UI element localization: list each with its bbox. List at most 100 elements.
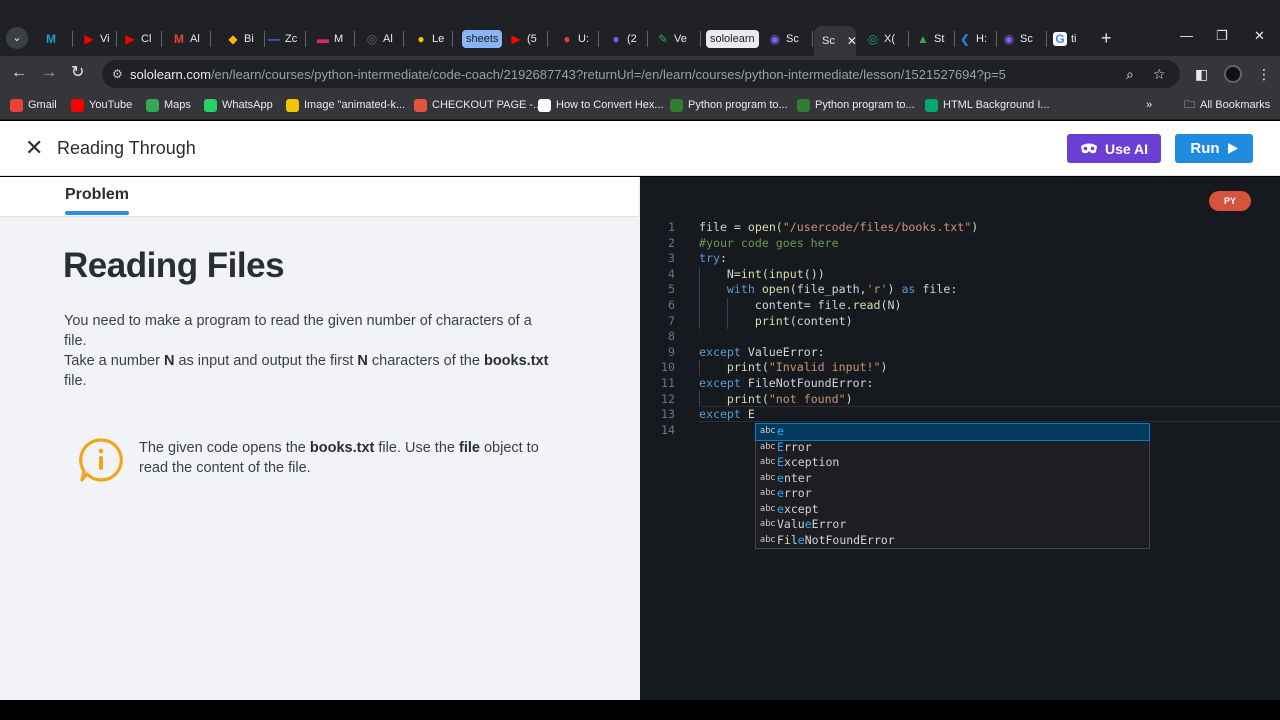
browser-tab[interactable]: ▶ Vi [78,28,114,50]
tab-group-sheets[interactable]: sheets [462,30,503,48]
code-text[interactable]: except FileNotFoundError: [699,376,874,392]
line-number: 2 [668,235,675,250]
browser-tab[interactable]: ◎ Al [361,28,401,50]
browser-tab[interactable]: ❮ H: [954,28,994,50]
suggestion-item[interactable]: abc FileNotFoundError [756,533,1149,549]
zoom-icon[interactable]: ⌕ [1126,66,1134,83]
tab-label: X( [884,33,895,45]
line-number: 7 [668,313,675,328]
tab-group-sololearn[interactable]: sololearn [706,30,759,48]
close-lesson-icon[interactable]: ✕ [25,136,43,160]
bookmark-item[interactable]: YouTube [71,97,132,113]
suggestion-kind-icon: abc [760,472,776,483]
all-bookmarks-button[interactable]: 🗀 All Bookmarks [1184,97,1270,113]
code-text[interactable]: #your code goes here [699,236,839,252]
info-icon [79,438,123,482]
close-tab-icon[interactable]: ✕ [847,34,856,48]
bookmark-star-icon[interactable]: ☆ [1153,66,1166,83]
tab-favicon-icon: ◉ [1003,32,1015,46]
active-tab-indicator [65,211,129,215]
profile-avatar[interactable] [1224,65,1242,83]
instr-text: Take a number [64,353,164,369]
suggestion-item[interactable]: abc enter [756,471,1149,487]
instr-filename: books.txt [483,353,549,369]
browser-tab[interactable]: ◎ X( [862,28,906,50]
bookmark-item[interactable]: How to Convert Hex... [538,97,664,113]
browser-tab[interactable]: ▲ St [912,28,952,50]
bookmark-item[interactable]: Gmail [10,97,57,113]
bookmark-favicon-icon [146,98,159,112]
site-info-icon[interactable]: ⚙ [112,67,123,81]
new-tab-button[interactable]: + [1101,28,1112,48]
tab-separator [305,31,306,47]
browser-tab[interactable]: ▬ M [312,28,352,50]
minimize-icon[interactable]: — [1180,28,1193,43]
suggestion-item[interactable]: abc Error [756,440,1149,456]
tab-favicon-icon: M [46,32,56,46]
code-text[interactable]: N=int(input()) [699,267,825,283]
browser-tab[interactable]: ▶ Cl [119,28,159,50]
bookmark-item[interactable]: CHECKOUT PAGE -... [414,97,542,113]
code-text[interactable]: print("Invalid input!") [699,360,888,376]
instr-text: file. [64,373,87,389]
browser-tab[interactable]: Gti [1049,28,1095,50]
tab-label: Cl [141,33,152,45]
browser-tab[interactable]: M Al [168,28,208,50]
tab-favicon-icon: ▬ [317,32,329,46]
tab-separator [547,31,548,47]
use-ai-button[interactable]: Use AI [1067,134,1161,163]
browser-tab[interactable]: ✎ Ve [652,28,698,50]
info-filename: books.txt [309,440,375,456]
code-text[interactable]: with open(file_path,'r') as file: [699,282,957,298]
bookmark-label: WhatsApp [222,99,273,111]
code-text[interactable]: except ValueError: [699,345,825,361]
tab-search-button[interactable]: ⌄ [6,27,28,49]
bookmark-item[interactable]: Image "animated-k... [286,97,405,113]
side-panel-icon[interactable]: ◧ [1195,66,1208,83]
suggestion-item[interactable]: abc e [755,423,1150,441]
line-number: 14 [661,422,675,437]
restore-icon[interactable]: ❐ [1216,28,1228,44]
suggestion-item[interactable]: abc error [756,486,1149,502]
bookmark-item[interactable]: Python program to... [670,97,788,113]
tab-active[interactable]: Sc ✕ [814,26,856,56]
suggestion-item[interactable]: abc Exception [756,455,1149,471]
browser-tab[interactable]: ● (2 [605,28,645,50]
browser-tab[interactable]: ● Le [410,28,450,50]
reload-icon[interactable]: ↻ [71,63,84,83]
code-text[interactable]: print(content) [699,314,853,330]
bookmarks-overflow-icon[interactable]: » [1146,97,1152,113]
bookmark-item[interactable]: WhatsApp [204,97,273,113]
browser-tab[interactable]: ▶ (5 [505,28,545,50]
code-text[interactable]: content= file.read(N) [699,298,902,314]
back-arrow-icon[interactable]: ← [11,63,27,83]
browser-menu-icon[interactable]: ⋮ [1257,66,1271,83]
suggestion-item[interactable]: abc ValueError [756,517,1149,533]
code-text[interactable]: file = open("/usercode/files/books.txt") [699,220,978,236]
suggestion-kind-icon: abc [760,457,776,467]
bookmark-item[interactable]: Maps [146,97,191,113]
browser-tab[interactable]: M [40,28,70,50]
tab-problem[interactable]: Problem [65,186,129,204]
code-text[interactable]: try: [699,251,727,267]
url-text[interactable]: sololearn.com/en/learn/courses/python-in… [130,67,1006,82]
autocomplete-dropdown[interactable]: abc e abc Error abc Exception abc enter abc error… [755,423,1150,549]
browser-tab[interactable]: ◉ Sc [764,28,810,50]
bookmark-item[interactable]: HTML Background I... [925,97,1050,113]
browser-tab[interactable]: — Zc [263,28,303,50]
code-text[interactable]: except E [699,407,755,423]
tab-label: Sc [1020,33,1033,45]
tab-favicon-icon: ◆ [228,32,238,46]
suggestion-item[interactable]: abc except [756,502,1149,518]
line-number: 6 [668,297,675,312]
browser-tab[interactable]: ● U: [556,28,596,50]
forward-arrow-icon[interactable]: → [41,63,57,83]
tab-label: Ve [674,33,687,45]
window-close-icon[interactable]: ✕ [1254,28,1265,44]
code-text[interactable]: print("not found") [699,392,853,408]
browser-tab[interactable]: ◆ Bi [222,28,262,50]
bookmark-item[interactable]: Python program to... [797,97,915,113]
run-button[interactable]: Run [1175,134,1253,163]
info-text: The given code opens the [139,440,310,456]
browser-tab[interactable]: ◉ Sc [998,28,1044,50]
